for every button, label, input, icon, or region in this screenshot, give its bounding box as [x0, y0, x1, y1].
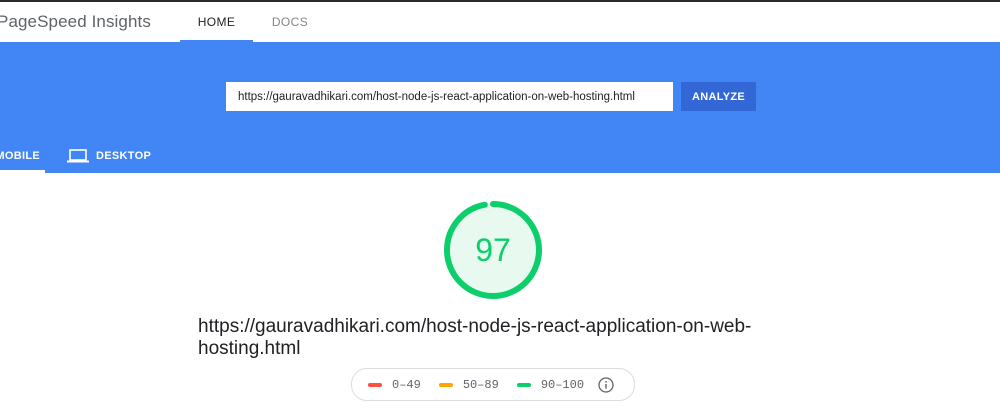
legend-item-pass: 90–100	[516, 377, 585, 392]
laptop-icon	[67, 148, 89, 162]
legend-dash-red	[368, 382, 382, 387]
info-icon[interactable]	[598, 376, 614, 393]
performance-score-gauge: 97	[442, 199, 544, 301]
app-title: PageSpeed Insights	[0, 12, 151, 31]
tab-desktop[interactable]: DESKTOP	[67, 138, 151, 173]
legend-item-average: 50–89	[438, 377, 499, 392]
app-header: PageSpeed Insights HOME DOCS	[0, 2, 1000, 42]
tab-mobile[interactable]: MOBILE	[0, 138, 45, 173]
legend-range: 0–49	[392, 377, 421, 392]
legend-dash-orange	[438, 382, 453, 387]
analyzed-url: https://gauravadhikari.com/host-node-js-…	[198, 316, 752, 359]
analyze-button[interactable]: ANALYZE	[681, 82, 756, 111]
tab-mobile-label: MOBILE	[0, 149, 40, 162]
legend-item-fail: 0–49	[368, 378, 421, 392]
tab-desktop-label: DESKTOP	[96, 149, 152, 162]
analyze-panel: ANALYZE MOBILE DESKTOP	[0, 42, 1000, 173]
legend-range: 90–100	[540, 377, 585, 392]
url-input[interactable]	[226, 82, 673, 111]
nav-tab-home[interactable]: HOME	[180, 2, 253, 42]
nav-tab-docs[interactable]: DOCS	[262, 2, 318, 42]
legend-dash-green	[516, 382, 531, 387]
score-value: 97	[475, 231, 511, 268]
score-legend: 0–49 50–89 90–100	[351, 368, 635, 401]
legend-range: 50–89	[462, 377, 499, 392]
